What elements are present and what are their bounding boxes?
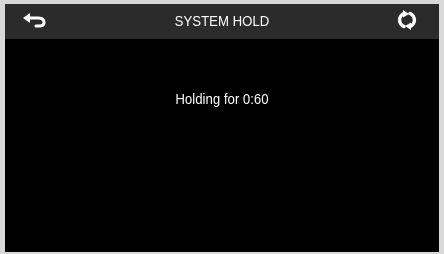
header-bar: SYSTEM HOLD: [5, 4, 439, 39]
page-title: SYSTEM HOLD: [174, 13, 270, 30]
refresh-button[interactable]: [385, 7, 429, 37]
thermostat-screen: SYSTEM HOLD Holding for 0:60: [5, 4, 439, 252]
refresh-icon: [395, 9, 419, 36]
hold-status-text: Holding for 0:60: [175, 91, 269, 108]
